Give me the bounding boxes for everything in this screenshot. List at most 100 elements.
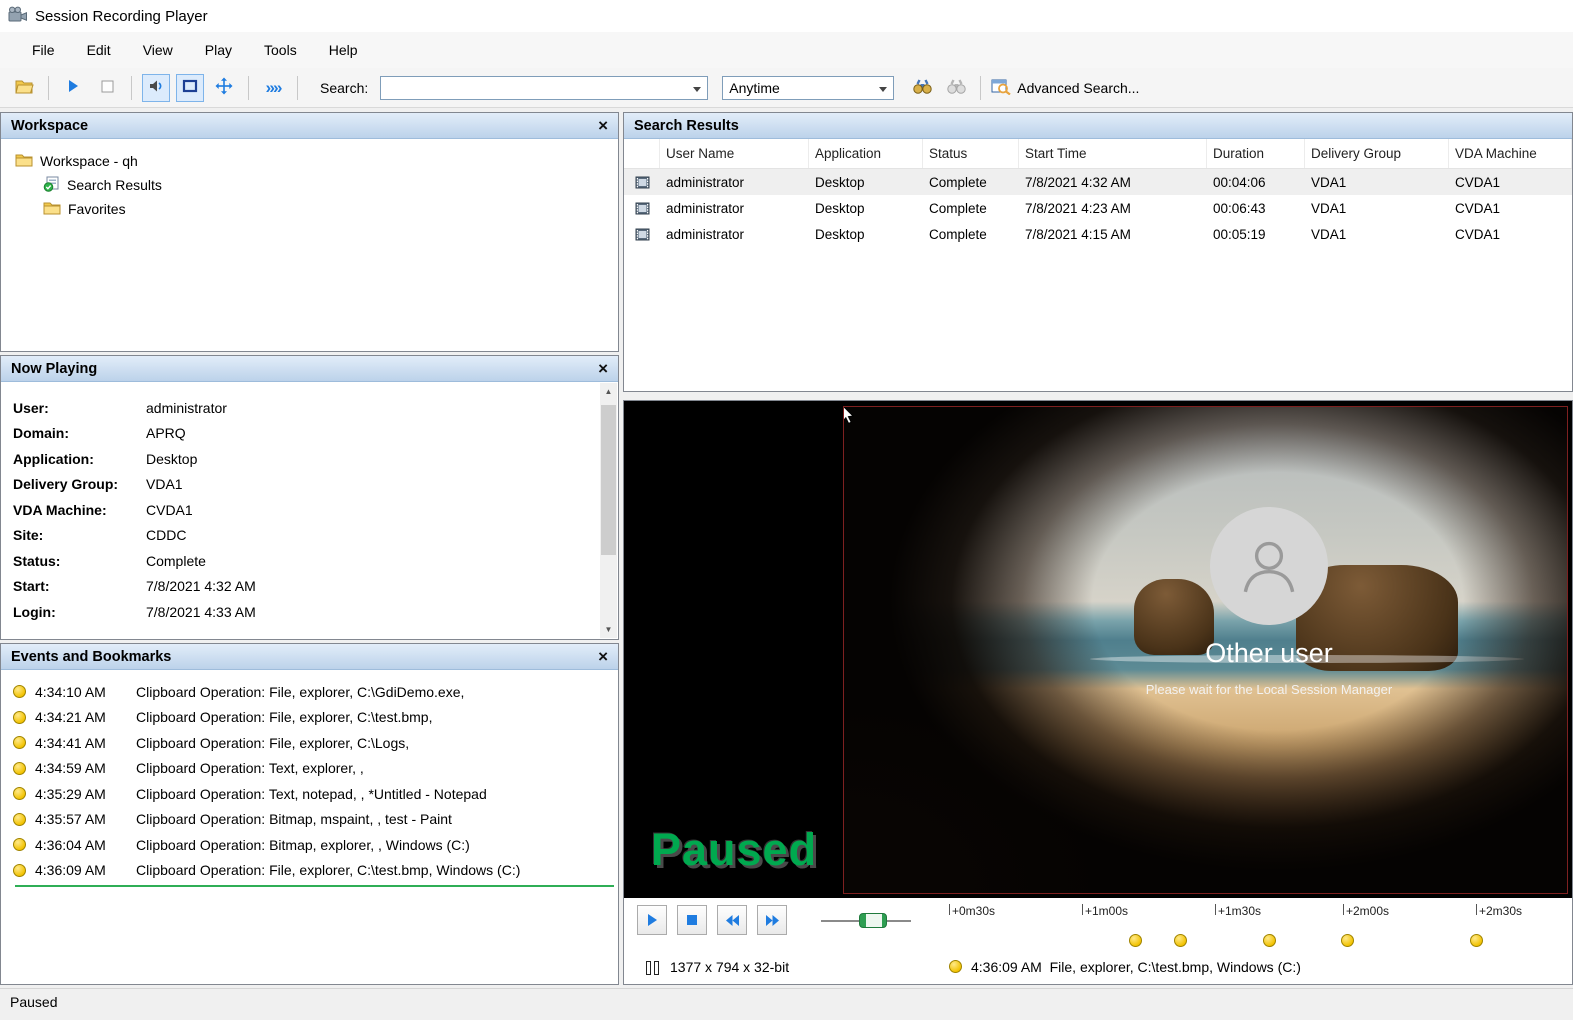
column-header-status[interactable]: Status xyxy=(923,139,1019,168)
column-header-start-time[interactable]: Start Time xyxy=(1019,139,1207,168)
event-text: Clipboard Operation: File, explorer, C:\… xyxy=(136,862,520,878)
now-playing-panel-header: Now Playing × xyxy=(1,356,618,382)
column-header-duration[interactable]: Duration xyxy=(1207,139,1305,168)
search-results-panel-title: Search Results xyxy=(634,118,739,134)
workspace-panel: Workspace × Workspace - qh Search Result… xyxy=(0,112,619,352)
player-panel: Other user Please wait for the Local Ses… xyxy=(623,400,1573,985)
menu-tools[interactable]: Tools xyxy=(248,38,313,62)
cell-application: Desktop xyxy=(809,201,923,216)
paused-overlay-label: Paused xyxy=(651,824,817,876)
event-text: Clipboard Operation: Text, notepad, , *U… xyxy=(136,786,487,802)
scroll-up-icon[interactable]: ▲ xyxy=(600,383,617,400)
slider-handle[interactable] xyxy=(859,913,887,928)
event-marker-icon xyxy=(13,864,26,877)
column-header-icon[interactable] xyxy=(624,139,660,168)
table-row[interactable]: administrator Desktop Complete 7/8/2021 … xyxy=(624,221,1572,247)
scrollbar-thumb[interactable] xyxy=(601,405,616,555)
menu-help[interactable]: Help xyxy=(313,38,374,62)
audio-toggle-button[interactable] xyxy=(142,74,170,102)
close-icon[interactable]: × xyxy=(598,362,608,376)
timeline-event-marker[interactable] xyxy=(1263,934,1276,947)
column-header-vda-machine[interactable]: VDA Machine xyxy=(1449,139,1572,168)
chevron-down-icon[interactable] xyxy=(879,87,887,92)
menu-file[interactable]: File xyxy=(16,38,71,62)
more-tools-button[interactable]: »» xyxy=(259,74,287,102)
open-file-button[interactable] xyxy=(10,74,38,102)
list-item[interactable]: 4:34:21 AMClipboard Operation: File, exp… xyxy=(13,705,618,731)
timeline-event-marker[interactable] xyxy=(1470,934,1483,947)
workspace-tree: Workspace - qh Search Results Favorites xyxy=(1,139,618,221)
speed-slider[interactable] xyxy=(821,912,911,930)
search-input[interactable] xyxy=(380,76,708,100)
toolbar-separator xyxy=(131,76,132,100)
time-filter-select[interactable]: Anytime xyxy=(722,76,894,100)
tree-item-workspace-root[interactable]: Workspace - qh xyxy=(15,149,618,173)
playback-fast-forward-button[interactable] xyxy=(757,905,787,935)
list-item[interactable]: 4:36:09 AMClipboard Operation: File, exp… xyxy=(13,858,618,884)
playback-stop-button[interactable] xyxy=(677,905,707,935)
cell-user-name: administrator xyxy=(660,201,809,216)
recorded-session-screen: Other user Please wait for the Local Ses… xyxy=(843,406,1568,894)
cell-status: Complete xyxy=(923,201,1019,216)
timeline-event-marker[interactable] xyxy=(1341,934,1354,947)
workspace-panel-title: Workspace xyxy=(11,118,88,134)
scroll-down-icon[interactable]: ▼ xyxy=(600,621,617,638)
field-label: Delivery Group: xyxy=(13,476,146,492)
cell-vda-machine: CVDA1 xyxy=(1449,175,1572,190)
field-value: administrator xyxy=(146,400,227,416)
timeline-tick: +1m00s xyxy=(1082,904,1128,918)
list-item[interactable]: 4:35:57 AMClipboard Operation: Bitmap, m… xyxy=(13,807,618,833)
close-icon[interactable]: × xyxy=(598,650,608,664)
search-button[interactable] xyxy=(908,74,936,102)
column-header-user-name[interactable]: User Name xyxy=(660,139,809,168)
stop-button[interactable] xyxy=(93,74,121,102)
column-header-delivery-group[interactable]: Delivery Group xyxy=(1305,139,1449,168)
list-item[interactable]: 4:34:59 AMClipboard Operation: Text, exp… xyxy=(13,756,618,782)
list-item[interactable]: 4:35:29 AMClipboard Operation: Text, not… xyxy=(13,781,618,807)
tree-item-label: Workspace - qh xyxy=(40,153,138,169)
cell-vda-machine: CVDA1 xyxy=(1449,227,1572,242)
timeline-event-marker[interactable] xyxy=(1174,934,1187,947)
pan-button[interactable] xyxy=(210,74,238,102)
scale-to-fit-toggle-button[interactable] xyxy=(176,74,204,102)
field-label: VDA Machine: xyxy=(13,502,146,518)
events-and-bookmarks-panel: Events and Bookmarks × 4:34:10 AMClipboa… xyxy=(0,643,619,985)
tree-item-favorites[interactable]: Favorites xyxy=(43,197,618,221)
table-row[interactable]: administrator Desktop Complete 7/8/2021 … xyxy=(624,195,1572,221)
event-marker-icon xyxy=(13,711,26,724)
cell-status: Complete xyxy=(923,175,1019,190)
event-text: Clipboard Operation: File, explorer, C:\… xyxy=(136,684,464,700)
field-value: VDA1 xyxy=(146,476,183,492)
event-text: Clipboard Operation: Text, explorer, , xyxy=(136,760,364,776)
player-viewport[interactable]: Other user Please wait for the Local Ses… xyxy=(624,401,1572,898)
search-results-panel: Search Results User Name Application Sta… xyxy=(623,112,1573,392)
field-value: 7/8/2021 4:33 AM xyxy=(146,604,256,620)
playback-rewind-button[interactable] xyxy=(717,905,747,935)
advanced-search-label: Advanced Search... xyxy=(1017,80,1139,96)
cell-status: Complete xyxy=(923,227,1019,242)
menu-view[interactable]: View xyxy=(127,38,189,62)
event-time: 4:36:04 AM xyxy=(35,837,127,853)
play-button[interactable] xyxy=(59,74,87,102)
chevron-down-icon[interactable] xyxy=(693,87,701,92)
menu-edit[interactable]: Edit xyxy=(71,38,127,62)
tree-item-search-results[interactable]: Search Results xyxy=(43,173,618,197)
table-row[interactable]: administrator Desktop Complete 7/8/2021 … xyxy=(624,169,1572,195)
event-marker-icon xyxy=(13,685,26,698)
vertical-scrollbar[interactable]: ▲ ▼ xyxy=(600,383,617,638)
timeline-event-marker[interactable] xyxy=(1129,934,1142,947)
close-icon[interactable]: × xyxy=(598,119,608,133)
play-icon xyxy=(66,79,80,96)
search-next-button[interactable] xyxy=(942,74,970,102)
list-item[interactable]: 4:34:10 AMClipboard Operation: File, exp… xyxy=(13,679,618,705)
list-item[interactable]: 4:34:41 AMClipboard Operation: File, exp… xyxy=(13,730,618,756)
column-header-application[interactable]: Application xyxy=(809,139,923,168)
list-item[interactable]: 4:36:04 AMClipboard Operation: Bitmap, e… xyxy=(13,832,618,858)
advanced-search-button[interactable]: Advanced Search... xyxy=(991,78,1139,98)
cell-start-time: 7/8/2021 4:23 AM xyxy=(1019,201,1207,216)
event-text: Clipboard Operation: File, explorer, C:\… xyxy=(136,709,432,725)
menu-play[interactable]: Play xyxy=(189,38,248,62)
playback-play-button[interactable] xyxy=(637,905,667,935)
cell-start-time: 7/8/2021 4:32 AM xyxy=(1019,175,1207,190)
cell-user-name: administrator xyxy=(660,175,809,190)
